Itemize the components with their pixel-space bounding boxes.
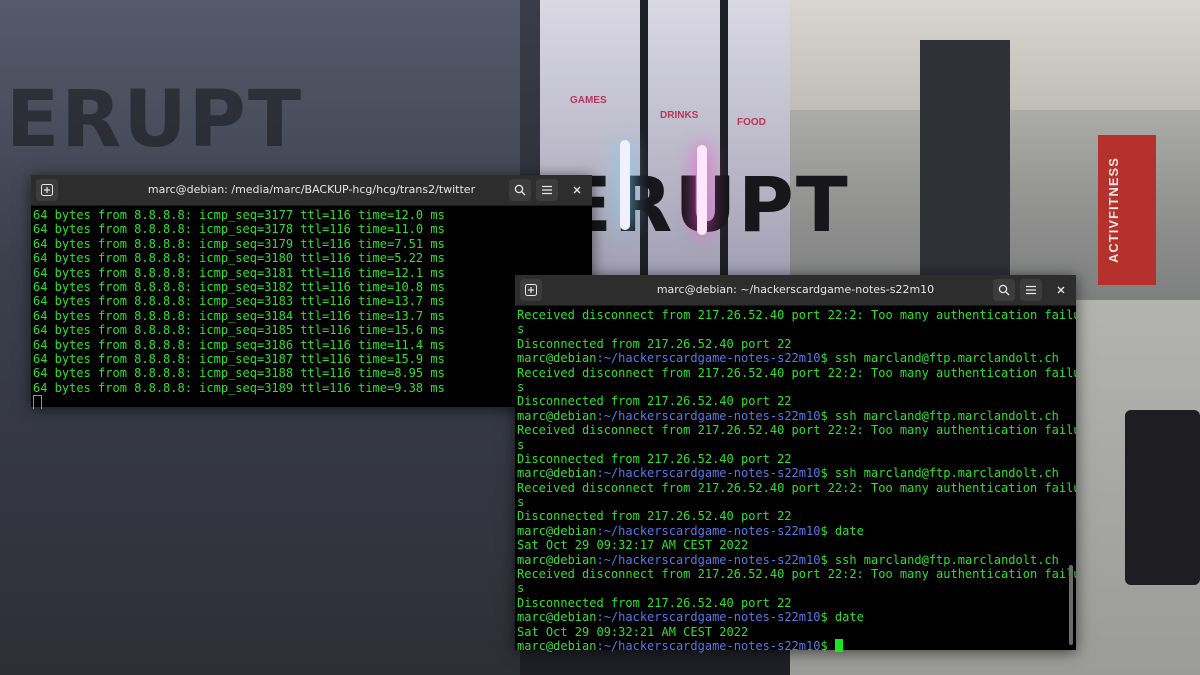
terminal-line: 64 bytes from 8.8.8.8: icmp_seq=3181 ttl… (33, 265, 445, 280)
terminal-line: 64 bytes from 8.8.8.8: icmp_seq=3186 ttl… (33, 337, 445, 352)
terminal-line: 64 bytes from 8.8.8.8: icmp_seq=3189 ttl… (33, 380, 445, 395)
prompt-user-host: marc@debian (517, 610, 597, 625)
shop-label-food: FOOD (737, 117, 766, 128)
command-line: marc@debian:~/hackerscardgame-notes-s22m… (517, 524, 1076, 538)
prompt-path: :~/hackerscardgame-notes-s22m10 (596, 523, 821, 538)
terminal-header[interactable]: marc@debian: /media/marc/BACKUP-hcg/hcg/… (31, 175, 592, 206)
terminal-window-ping[interactable]: marc@debian: /media/marc/BACKUP-hcg/hcg/… (31, 175, 592, 410)
prompt-path: :~/hackerscardgame-notes-s22m10 (596, 610, 821, 625)
menu-button[interactable] (536, 179, 558, 201)
prompt-line: marc@debian:~/hackerscardgame-notes-s22m… (517, 638, 1076, 653)
prompt-path: :~/hackerscardgame-notes-s22m10 (596, 408, 821, 423)
command-text: $ ssh marcland@ftp.marclandolt.ch (820, 466, 1059, 481)
prompt-path: :~/hackerscardgame-notes-s22m10 (596, 638, 821, 653)
terminal-header[interactable]: marc@debian: ~/hackerscardgame-notes-s22… (515, 275, 1076, 306)
terminal-title: marc@debian: /media/marc/BACKUP-hcg/hcg/… (147, 183, 476, 196)
command-text: $ date (820, 610, 864, 625)
hamburger-menu-icon (542, 185, 552, 195)
terminal-line: Sat Oct 29 09:32:21 AM CEST 2022 (517, 624, 749, 639)
command-text: $ ssh marcland@ftp.marclandolt.ch (820, 552, 1059, 567)
terminal-line: 64 bytes from 8.8.8.8: icmp_seq=3187 ttl… (33, 351, 445, 366)
fitness-sign-text: ACTIVFITNESS (1106, 157, 1121, 263)
prompt-user-host: marc@debian (517, 638, 597, 653)
terminal-window-ssh[interactable]: marc@debian: ~/hackerscardgame-notes-s22… (515, 275, 1076, 653)
shop-label-games: GAMES (570, 95, 607, 106)
terminal-output[interactable]: Received disconnect from 217.26.52.40 po… (515, 306, 1076, 653)
terminal-line: 64 bytes from 8.8.8.8: icmp_seq=3179 ttl… (33, 236, 445, 251)
terminal-line: 64 bytes from 8.8.8.8: icmp_seq=3177 ttl… (33, 208, 445, 222)
command-text: $ ssh marcland@ftp.marclandolt.ch (820, 351, 1059, 366)
terminal-cursor (33, 395, 42, 410)
terminal-line: 64 bytes from 8.8.8.8: icmp_seq=3188 ttl… (33, 366, 445, 381)
terminal-line: s (517, 379, 525, 394)
command-text: $ date (820, 523, 864, 538)
cursor-line (33, 395, 592, 410)
neon-light-pink (697, 145, 707, 235)
prompt-path: :~/hackerscardgame-notes-s22m10 (596, 351, 821, 366)
command-text: $ (820, 638, 835, 653)
command-line: marc@debian:~/hackerscardgame-notes-s22m… (517, 351, 1076, 365)
neon-light-blue (620, 140, 630, 230)
terminal-line: s (517, 437, 525, 452)
command-line: marc@debian:~/hackerscardgame-notes-s22m… (517, 409, 1076, 423)
terminal-line: Received disconnect from 217.26.52.40 po… (517, 480, 1076, 495)
search-icon (998, 284, 1010, 296)
prompt-user-host: marc@debian (517, 523, 597, 538)
search-button[interactable] (993, 279, 1015, 301)
terminal-line: s (517, 495, 525, 510)
terminal-line: Disconnected from 217.26.52.40 port 22 (517, 595, 792, 610)
terminal-title: marc@debian: ~/hackerscardgame-notes-s22… (656, 283, 935, 296)
prompt-user-host: marc@debian (517, 408, 597, 423)
terminal-line: Disconnected from 217.26.52.40 port 22 (517, 394, 792, 409)
terminal-line: Disconnected from 217.26.52.40 port 22 (517, 336, 792, 351)
terminal-line: Disconnected from 217.26.52.40 port 22 (517, 451, 792, 466)
menu-button[interactable] (1020, 279, 1042, 301)
background-pillar (920, 40, 1010, 280)
terminal-line: 64 bytes from 8.8.8.8: icmp_seq=3180 ttl… (33, 251, 445, 266)
command-line: marc@debian:~/hackerscardgame-notes-s22m… (517, 610, 1076, 624)
hamburger-menu-icon (1026, 285, 1036, 295)
close-icon (1057, 286, 1065, 294)
terminal-line: Disconnected from 217.26.52.40 port 22 (517, 509, 792, 524)
scrollbar-thumb[interactable] (1069, 565, 1073, 645)
prompt-path: :~/hackerscardgame-notes-s22m10 (596, 552, 821, 567)
search-button[interactable] (509, 179, 531, 201)
terminal-line: Received disconnect from 217.26.52.40 po… (517, 365, 1076, 380)
terminal-line: Sat Oct 29 09:32:17 AM CEST 2022 (517, 538, 749, 553)
shop-label-drinks: DRINKS (660, 110, 699, 121)
command-text: $ ssh marcland@ftp.marclandolt.ch (820, 408, 1059, 423)
search-icon (514, 184, 526, 196)
prompt-user-host: marc@debian (517, 552, 597, 567)
terminal-cursor (834, 638, 843, 652)
prompt-user-host: marc@debian (517, 351, 597, 366)
terminal-line: 64 bytes from 8.8.8.8: icmp_seq=3184 ttl… (33, 308, 445, 323)
terminal-line: s (517, 322, 525, 337)
command-line: marc@debian:~/hackerscardgame-notes-s22m… (517, 466, 1076, 480)
terminal-line: 64 bytes from 8.8.8.8: icmp_seq=3183 ttl… (33, 294, 445, 309)
terminal-line: Received disconnect from 217.26.52.40 po… (517, 308, 1076, 322)
close-button[interactable] (1050, 279, 1072, 301)
prompt-user-host: marc@debian (517, 466, 597, 481)
terminal-output[interactable]: 64 bytes from 8.8.8.8: icmp_seq=3177 ttl… (31, 206, 592, 410)
close-button[interactable] (566, 179, 588, 201)
terminal-line: Received disconnect from 217.26.52.40 po… (517, 567, 1076, 582)
terminal-line: 64 bytes from 8.8.8.8: icmp_seq=3178 ttl… (33, 222, 445, 237)
terminal-line: s (517, 581, 525, 596)
terminal-line: 64 bytes from 8.8.8.8: icmp_seq=3182 ttl… (33, 279, 445, 294)
close-icon (573, 186, 581, 194)
background-logo-ghost: ERUPT (6, 75, 304, 165)
prompt-path: :~/hackerscardgame-notes-s22m10 (596, 466, 821, 481)
terminal-line: 64 bytes from 8.8.8.8: icmp_seq=3185 ttl… (33, 323, 445, 338)
terminal-line: Received disconnect from 217.26.52.40 po… (517, 423, 1076, 438)
background-suitcase (1125, 410, 1200, 585)
command-line: marc@debian:~/hackerscardgame-notes-s22m… (517, 553, 1076, 567)
